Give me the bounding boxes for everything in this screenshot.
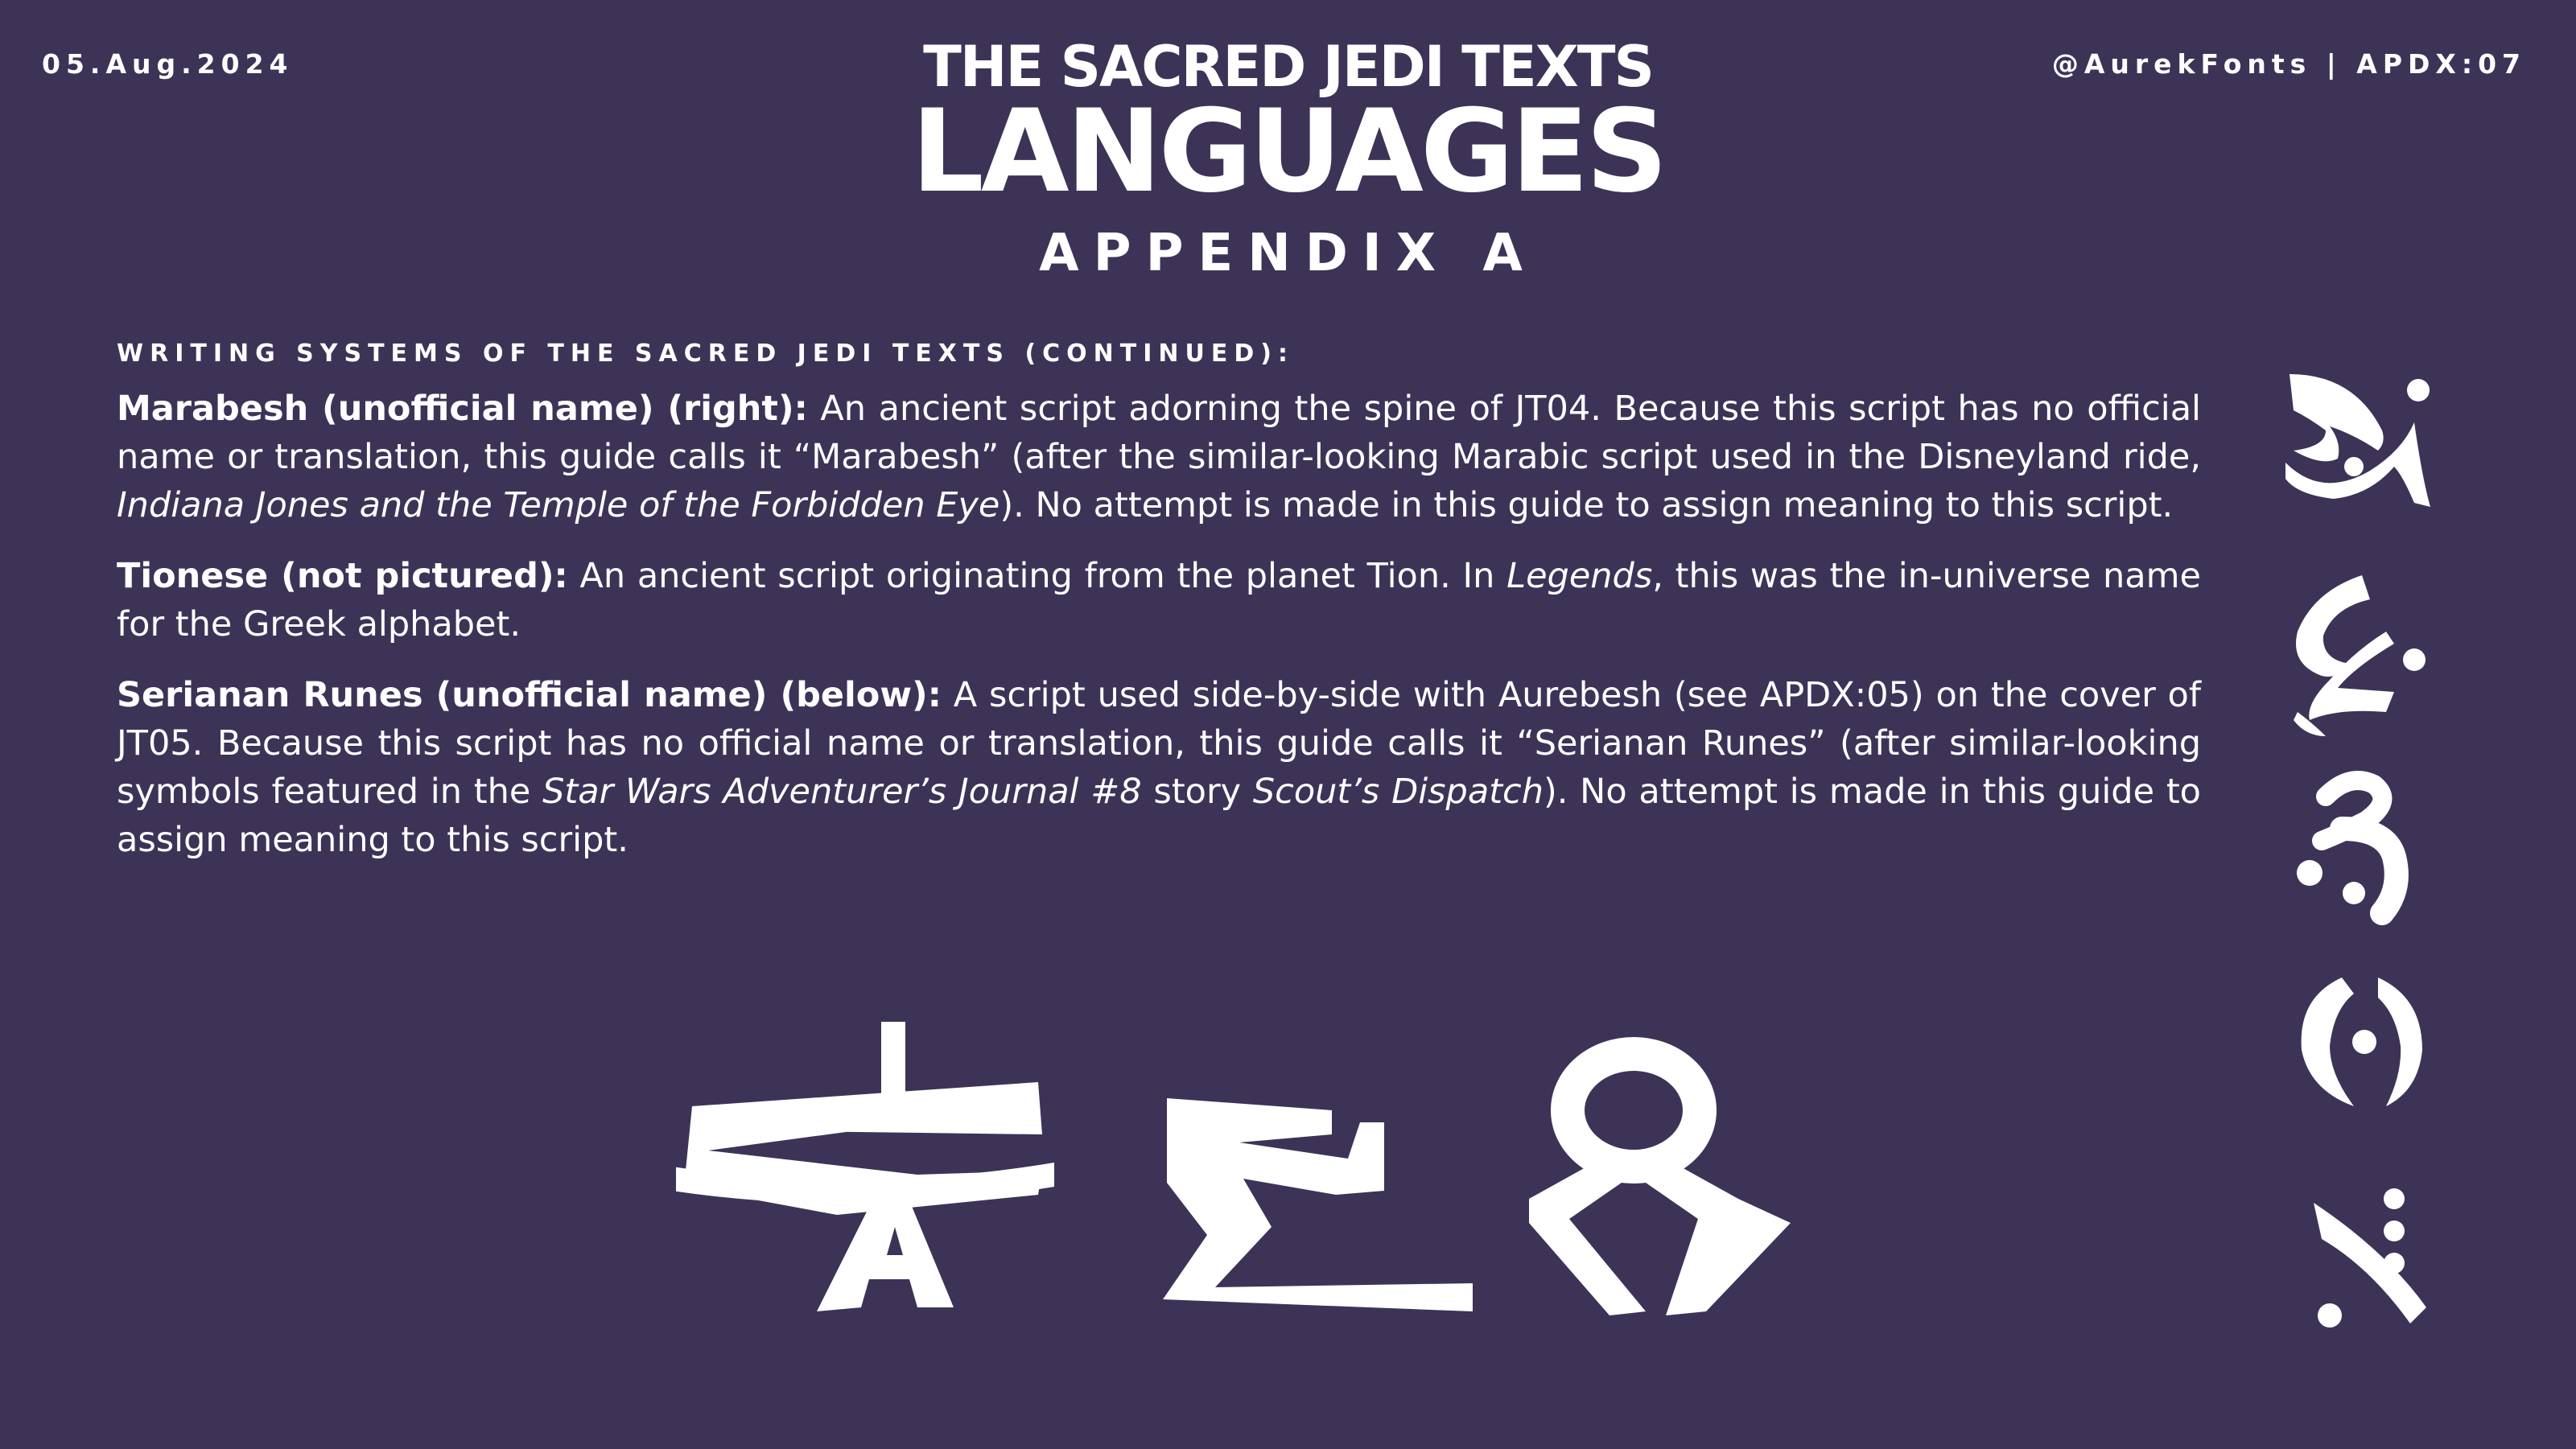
marabesh-glyph-2-icon [2294,575,2426,736]
italic-title: Scout’s Dispatch [1252,772,1544,812]
serianan-rune-3-icon [1529,1037,1791,1315]
serianan-rune-1-icon [676,1022,1054,1311]
italic-title: Indiana Jones and the Temple of the Forb… [117,485,1000,525]
marabesh-glyph-5-icon [2314,1188,2426,1328]
serianan-runes-icon [676,1022,1791,1315]
marabesh-glyph-3-icon [2297,771,2409,925]
paragraph-text: story [1141,772,1253,812]
marabesh-glyph-1-icon [2285,374,2430,507]
term-serianan: Serianan Runes (unofficial name) (below)… [117,675,942,715]
page-subtitle: APPENDIX A [1039,224,1537,283]
paragraph-marabesh: Marabesh (unofficial name) (right): An a… [117,385,2201,529]
term-marabesh: Marabesh (unofficial name) (right): [117,389,808,429]
serianan-rune-2-icon [1163,1098,1473,1311]
marabesh-glyph-4-icon [2301,978,2422,1106]
italic-title: Legends [1506,556,1653,596]
term-tionese: Tionese (not pictured): [117,556,568,596]
marabesh-glyphs-icon [2285,374,2430,1328]
paragraph-serianan: Serianan Runes (unofficial name) (below)… [117,671,2201,864]
paragraph-tionese: Tionese (not pictured): An ancient scrip… [117,552,2201,648]
paragraph-text: ). No attempt is made in this guide to a… [999,485,2174,525]
body-text: Marabesh (unofficial name) (right): An a… [117,385,2201,887]
section-heading: WRITING SYSTEMS OF THE SACRED JEDI TEXTS… [117,340,1294,368]
paragraph-text: An ancient script originating from the p… [567,556,1507,596]
appendix-page: 05.Aug.2024 @AurekFonts | APDX:07 THE SA… [0,0,2576,1449]
italic-title: Star Wars Adventurer’s Journal #8 [542,772,1142,812]
page-title: LANGUAGES [911,85,1667,218]
